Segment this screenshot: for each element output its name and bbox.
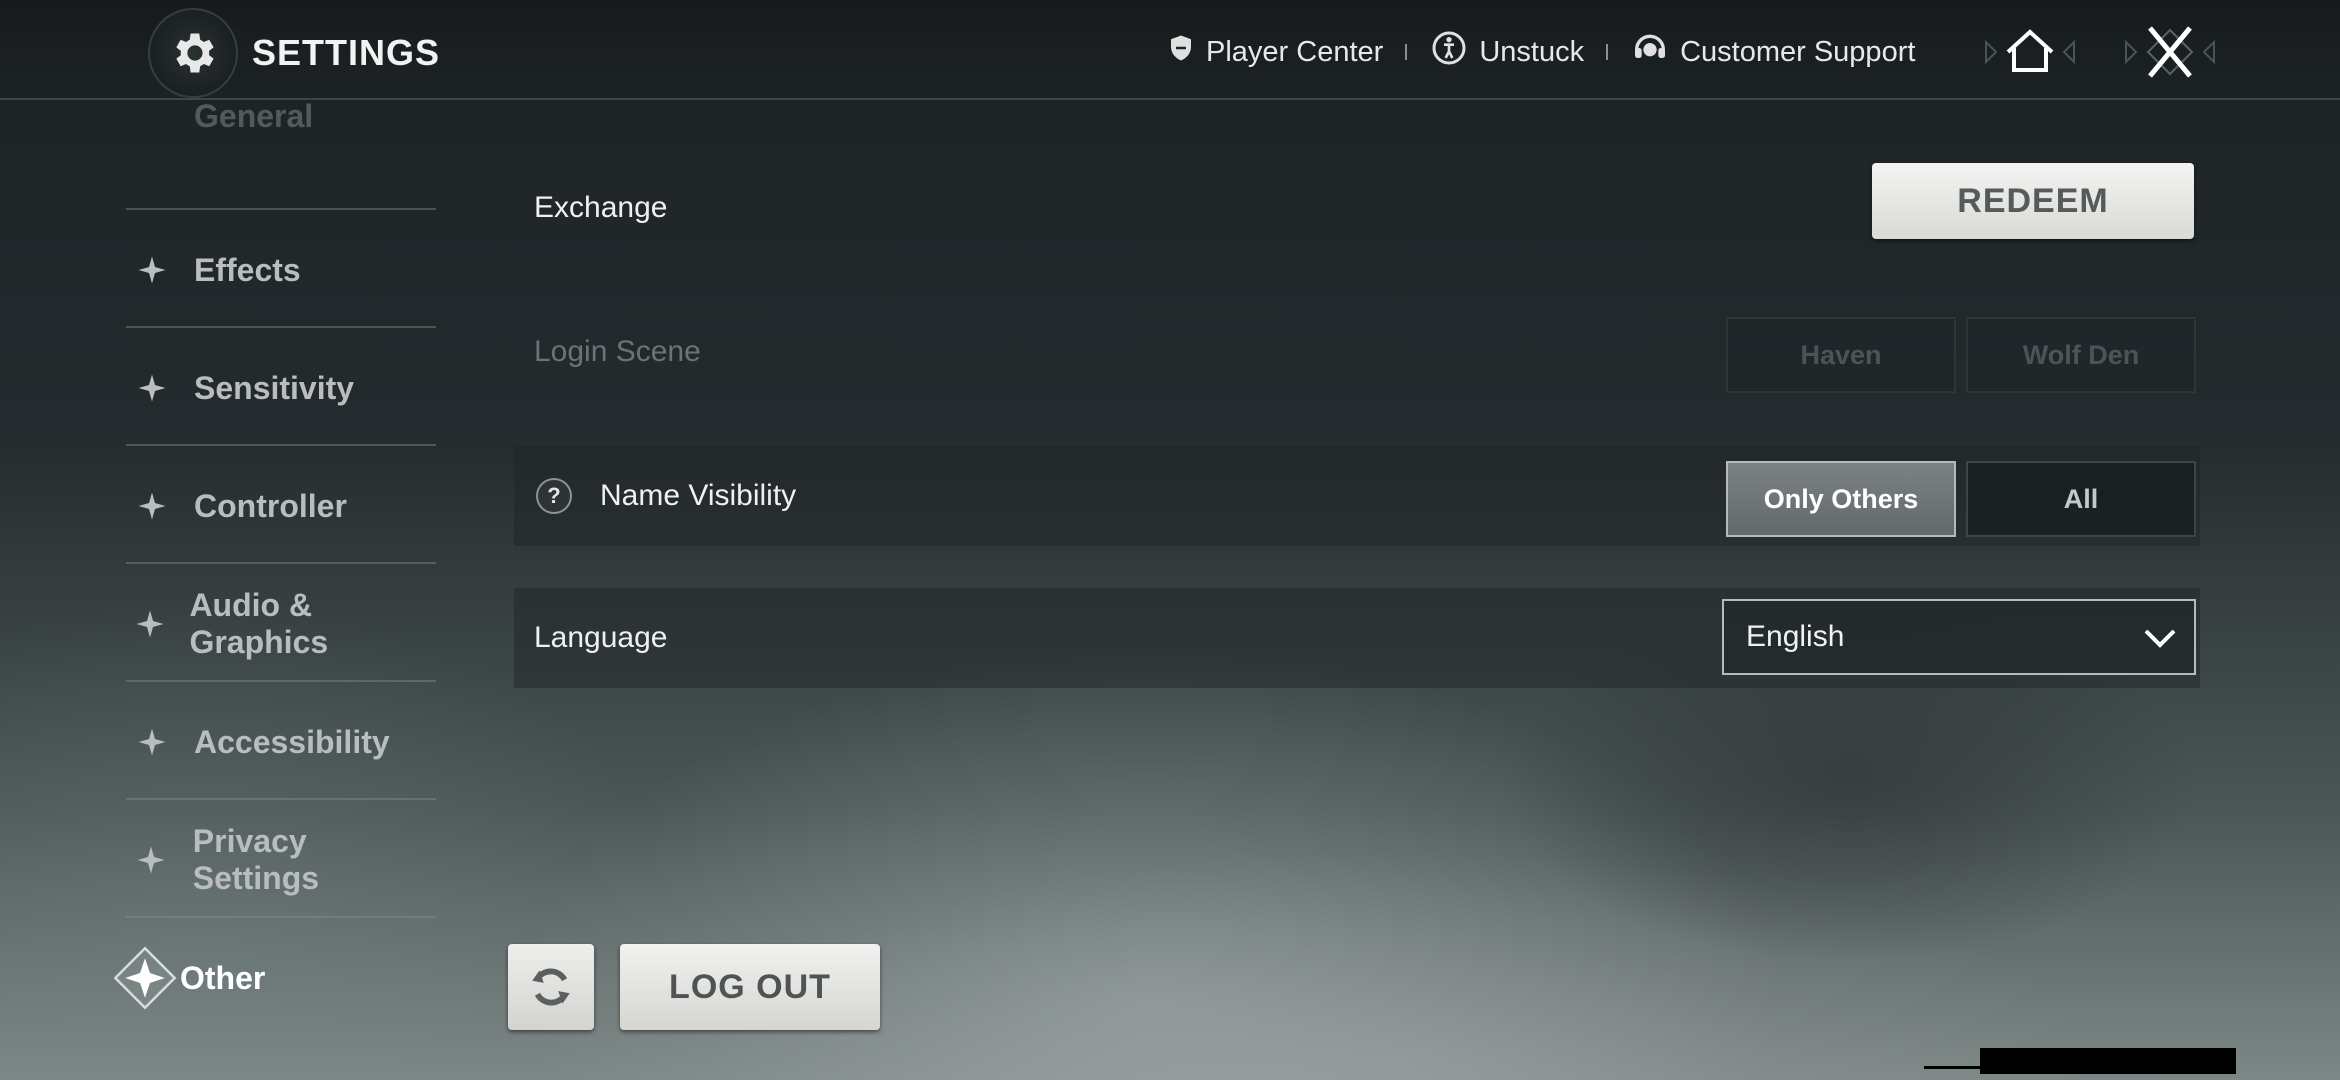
sidebar-item-label: General <box>194 97 314 134</box>
sidebar-item-controller[interactable]: Controller <box>126 447 436 565</box>
divider <box>126 562 436 564</box>
login-scene-row: Login Scene Haven Wolf Den <box>514 302 2200 402</box>
divider <box>126 326 436 328</box>
name-visibility-row: ? Name Visibility Only Others All <box>514 446 2200 546</box>
customer-support-link[interactable]: Customer Support <box>1630 28 1915 76</box>
exchange-label: Exchange <box>534 191 668 224</box>
home-icon <box>1985 29 2075 72</box>
close-icon <box>2125 26 2215 78</box>
sidebar-item-label: Audio & Graphics <box>189 587 329 660</box>
sidebar-item-label: Other <box>180 959 266 996</box>
unstuck-link[interactable]: Unstuck <box>1429 28 1584 76</box>
redeem-button[interactable]: REDEEM <box>1872 163 2194 239</box>
home-button[interactable] <box>1978 22 2082 82</box>
player-center-label: Player Center <box>1206 35 1384 68</box>
divider <box>126 444 436 446</box>
sidebar-item-other[interactable]: Other <box>113 919 436 1037</box>
exchange-row: Exchange REDEEM <box>514 158 2200 258</box>
diamond-icon <box>126 373 178 403</box>
language-row: Language English <box>514 588 2200 688</box>
top-bar: SETTINGS Player Center Unstuck Customer … <box>0 0 2340 100</box>
page-title: SETTINGS <box>252 32 441 73</box>
divider <box>126 208 436 210</box>
divider <box>126 916 436 918</box>
name-visibility-label: Name Visibility <box>600 479 797 512</box>
sidebar-item-privacy-settings[interactable]: Privacy Settings <box>126 801 436 919</box>
sidebar-item-label: Effects <box>194 251 301 288</box>
diamond-icon <box>126 727 178 757</box>
close-button[interactable] <box>2118 22 2222 82</box>
header-links: Player Center Unstuck Customer Support <box>1166 30 1915 74</box>
login-scene-label: Login Scene <box>534 335 701 368</box>
name-visibility-option-all[interactable]: All <box>1966 461 2196 537</box>
login-scene-option-haven[interactable]: Haven <box>1726 317 1956 393</box>
player-center-link[interactable]: Player Center <box>1166 33 1383 71</box>
redaction-bar <box>1924 1066 1984 1069</box>
diamond-icon <box>126 609 173 639</box>
shield-icon <box>1166 33 1196 71</box>
diamond-icon <box>126 491 178 521</box>
unstuck-label: Unstuck <box>1479 35 1585 68</box>
sidebar-item-label: Sensitivity <box>194 369 355 406</box>
customer-support-label: Customer Support <box>1680 35 1916 68</box>
help-icon[interactable]: ? <box>536 478 572 514</box>
divider <box>1405 44 1408 60</box>
divider <box>126 680 436 682</box>
diamond-icon <box>126 845 177 875</box>
headset-icon <box>1630 28 1670 76</box>
sidebar-item-general[interactable]: General <box>126 86 436 146</box>
chevron-down-icon <box>2142 623 2178 661</box>
gear-icon <box>148 8 238 98</box>
refresh-icon <box>532 968 570 1006</box>
divider <box>1606 44 1609 60</box>
language-select[interactable]: English <box>1722 599 2196 675</box>
diamond-active-icon <box>113 938 178 1018</box>
sidebar-item-label: Accessibility <box>194 723 390 760</box>
sidebar-item-label: Controller <box>194 487 347 524</box>
sidebar-item-audio-graphics[interactable]: Audio & Graphics <box>126 565 436 683</box>
settings-sidebar: General Effects Sensitivity Controller A… <box>113 98 466 1080</box>
sidebar-item-accessibility[interactable]: Accessibility <box>126 683 436 801</box>
logout-button[interactable]: LOG OUT <box>620 944 880 1030</box>
refresh-button[interactable] <box>508 944 594 1030</box>
settings-brand: SETTINGS <box>148 8 441 98</box>
sidebar-item-label: Privacy Settings <box>192 823 320 896</box>
redaction-bar <box>1980 1048 2236 1074</box>
sidebar-item-effects[interactable]: Effects <box>126 211 436 329</box>
divider <box>126 798 436 800</box>
login-scene-option-wolf-den[interactable]: Wolf Den <box>1966 317 2196 393</box>
diamond-icon <box>126 255 178 285</box>
name-visibility-option-only-others[interactable]: Only Others <box>1726 461 1956 537</box>
unstuck-icon <box>1429 28 1469 76</box>
sidebar-item-sensitivity[interactable]: Sensitivity <box>126 329 436 447</box>
language-value: English <box>1746 620 1845 653</box>
language-label: Language <box>534 621 668 654</box>
